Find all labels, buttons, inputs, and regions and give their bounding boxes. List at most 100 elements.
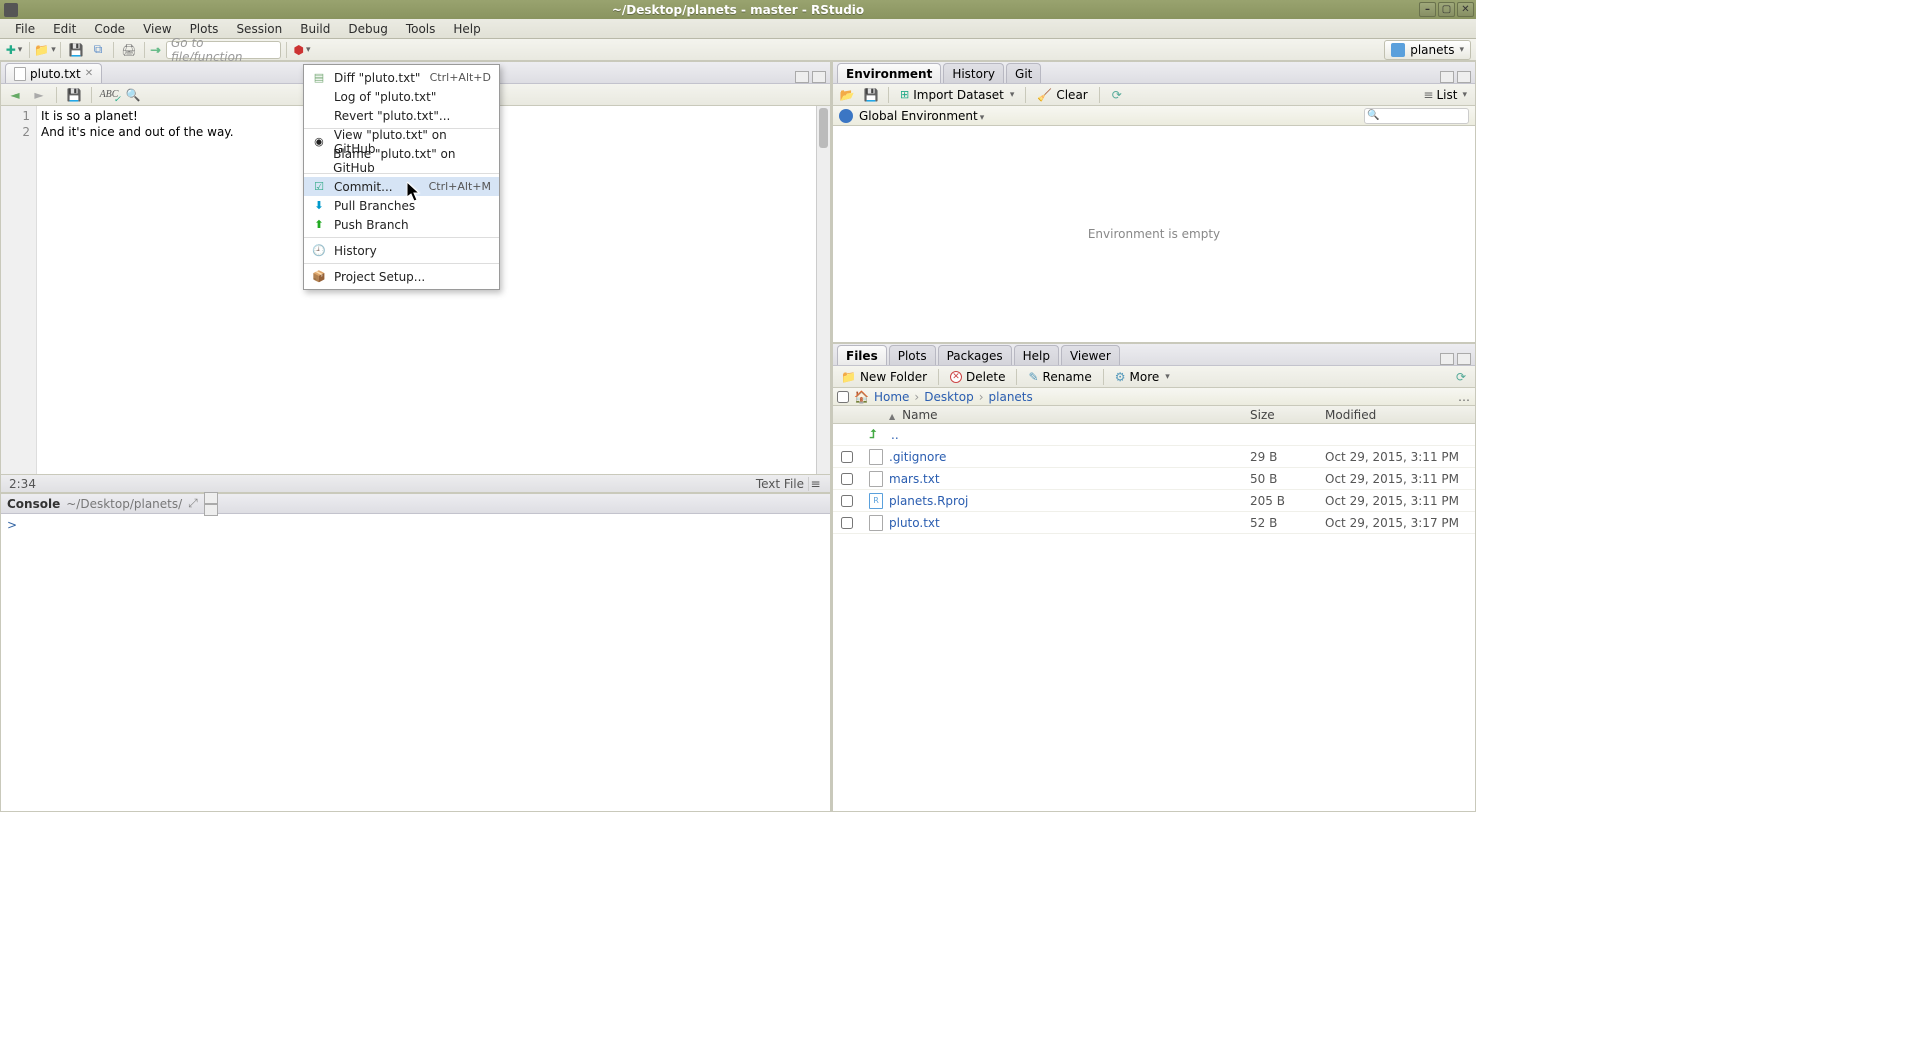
- console-body[interactable]: >: [1, 514, 830, 811]
- more-button[interactable]: ⚙ More: [1111, 370, 1174, 384]
- minimize-pane-button[interactable]: [795, 71, 809, 83]
- tab-help[interactable]: Help: [1014, 345, 1059, 365]
- menu-item-log[interactable]: Log of "pluto.txt": [304, 87, 499, 106]
- clear-button[interactable]: 🧹 Clear: [1033, 88, 1091, 102]
- save-all-button[interactable]: ⧉: [88, 41, 108, 59]
- menu-item-label: Diff "pluto.txt": [334, 71, 420, 85]
- file-modified: Oct 29, 2015, 3:11 PM: [1325, 450, 1475, 464]
- maximize-button[interactable]: ▢: [1438, 2, 1455, 17]
- minimize-pane-button[interactable]: [1440, 353, 1454, 365]
- console-title: Console: [7, 497, 60, 511]
- file-type-menu[interactable]: ≡: [808, 477, 822, 491]
- menu-item-pull[interactable]: ⬇ Pull Branches: [304, 196, 499, 215]
- col-modified[interactable]: Modified: [1325, 408, 1475, 422]
- load-workspace-button[interactable]: 📂: [837, 86, 857, 104]
- env-search-input[interactable]: [1364, 108, 1469, 124]
- toolbar-separator: [1103, 369, 1104, 385]
- file-name[interactable]: planets.Rproj: [889, 494, 968, 508]
- tab-viewer[interactable]: Viewer: [1061, 345, 1120, 365]
- maximize-pane-button[interactable]: [1457, 353, 1471, 365]
- document-icon: [14, 67, 26, 81]
- col-name[interactable]: Name: [861, 408, 1250, 422]
- file-name[interactable]: .gitignore: [889, 450, 946, 464]
- save-button[interactable]: 💾: [66, 41, 86, 59]
- files-pane: Files Plots Packages Help Viewer 📁 New F…: [832, 343, 1476, 812]
- history-icon: 🕘: [312, 244, 326, 258]
- tab-git[interactable]: Git: [1006, 63, 1041, 83]
- save-workspace-button[interactable]: 💾: [861, 86, 881, 104]
- menu-item-commit[interactable]: ☑ Commit... Ctrl+Alt+M: [304, 177, 499, 196]
- home-icon[interactable]: 🏠: [854, 390, 869, 404]
- file-checkbox[interactable]: [841, 451, 853, 463]
- menu-code[interactable]: Code: [85, 20, 134, 38]
- tab-history[interactable]: History: [943, 63, 1004, 83]
- new-folder-button[interactable]: 📁 New Folder: [837, 370, 931, 384]
- console-expand-icon[interactable]: ⤢: [188, 496, 198, 511]
- minimize-pane-button[interactable]: [204, 492, 218, 504]
- select-all-checkbox[interactable]: [837, 391, 849, 403]
- minimize-button[interactable]: –: [1419, 2, 1436, 17]
- save-file-button[interactable]: 💾: [64, 86, 84, 104]
- editor-scrollbar[interactable]: [816, 106, 830, 474]
- find-button[interactable]: 🔍: [123, 86, 143, 104]
- menu-edit[interactable]: Edit: [44, 20, 85, 38]
- delete-button[interactable]: ✕ Delete: [946, 370, 1009, 384]
- new-file-button[interactable]: ✚: [4, 41, 24, 59]
- maximize-pane-button[interactable]: [204, 504, 218, 516]
- project-switcher[interactable]: planets ▾: [1384, 40, 1471, 60]
- toolbar-separator: [938, 369, 939, 385]
- file-name[interactable]: mars.txt: [889, 472, 940, 486]
- file-name[interactable]: ..: [891, 428, 899, 442]
- menu-item-diff[interactable]: ▤ Diff "pluto.txt" Ctrl+Alt+D: [304, 68, 499, 87]
- menu-item-project-setup[interactable]: 📦 Project Setup...: [304, 267, 499, 286]
- close-icon[interactable]: ✕: [85, 68, 93, 79]
- files-row: pluto.txt 52 B Oct 29, 2015, 3:17 PM: [833, 512, 1475, 534]
- files-toolbar: 📁 New Folder ✕ Delete ✎ Rename ⚙ More: [833, 366, 1475, 388]
- nav-fwd-button[interactable]: ►: [29, 86, 49, 104]
- nav-back-button[interactable]: ◄: [5, 86, 25, 104]
- spellcheck-button[interactable]: ABC: [99, 86, 119, 104]
- tab-packages[interactable]: Packages: [938, 345, 1012, 365]
- tab-environment[interactable]: Environment: [837, 63, 941, 83]
- menu-item-blame-github[interactable]: Blame "pluto.txt" on GitHub: [304, 151, 499, 170]
- tab-files[interactable]: Files: [837, 345, 887, 365]
- maximize-pane-button[interactable]: [812, 71, 826, 83]
- breadcrumb-home[interactable]: Home: [874, 390, 909, 404]
- toolbar-separator: [1025, 87, 1026, 103]
- refresh-button[interactable]: ⟳: [1107, 86, 1127, 104]
- file-icon: [869, 449, 883, 465]
- menu-help[interactable]: Help: [444, 20, 489, 38]
- breadcrumb-desktop[interactable]: Desktop: [924, 390, 974, 404]
- refresh-files-button[interactable]: ⟳: [1451, 368, 1471, 386]
- blank-icon: [312, 90, 326, 104]
- file-name[interactable]: pluto.txt: [889, 516, 940, 530]
- breadcrumb-planets[interactable]: planets: [989, 390, 1033, 404]
- maximize-pane-button[interactable]: [1457, 71, 1471, 83]
- git-dropdown-button[interactable]: ⬢: [292, 41, 312, 59]
- view-mode-button[interactable]: ≡ List: [1419, 88, 1471, 102]
- menu-build[interactable]: Build: [291, 20, 339, 38]
- menu-tools[interactable]: Tools: [397, 20, 445, 38]
- files-row-updir[interactable]: ⮥..: [833, 424, 1475, 446]
- breadcrumb-more[interactable]: …: [1458, 390, 1471, 404]
- menu-debug[interactable]: Debug: [339, 20, 396, 38]
- rename-button[interactable]: ✎ Rename: [1024, 370, 1095, 384]
- goto-file-function-input[interactable]: Go to file/function: [166, 41, 281, 59]
- tab-plots[interactable]: Plots: [889, 345, 936, 365]
- menu-item-history[interactable]: 🕘 History: [304, 241, 499, 260]
- import-dataset-button[interactable]: ⊞ Import Dataset: [896, 88, 1018, 102]
- file-checkbox[interactable]: [841, 473, 853, 485]
- file-checkbox[interactable]: [841, 517, 853, 529]
- menu-item-revert[interactable]: Revert "pluto.txt"...: [304, 106, 499, 125]
- minimize-pane-button[interactable]: [1440, 71, 1454, 83]
- scope-selector[interactable]: Global Environment: [859, 109, 984, 123]
- col-size[interactable]: Size: [1250, 408, 1325, 422]
- open-project-button[interactable]: 📁: [35, 41, 55, 59]
- close-button[interactable]: ✕: [1457, 2, 1474, 17]
- file-checkbox[interactable]: [841, 495, 853, 507]
- source-tab-pluto[interactable]: pluto.txt ✕: [5, 63, 102, 83]
- menu-file[interactable]: File: [6, 20, 44, 38]
- menu-item-push[interactable]: ⬆ Push Branch: [304, 215, 499, 234]
- print-button[interactable]: 🖨: [119, 41, 139, 59]
- file-modified: Oct 29, 2015, 3:11 PM: [1325, 472, 1475, 486]
